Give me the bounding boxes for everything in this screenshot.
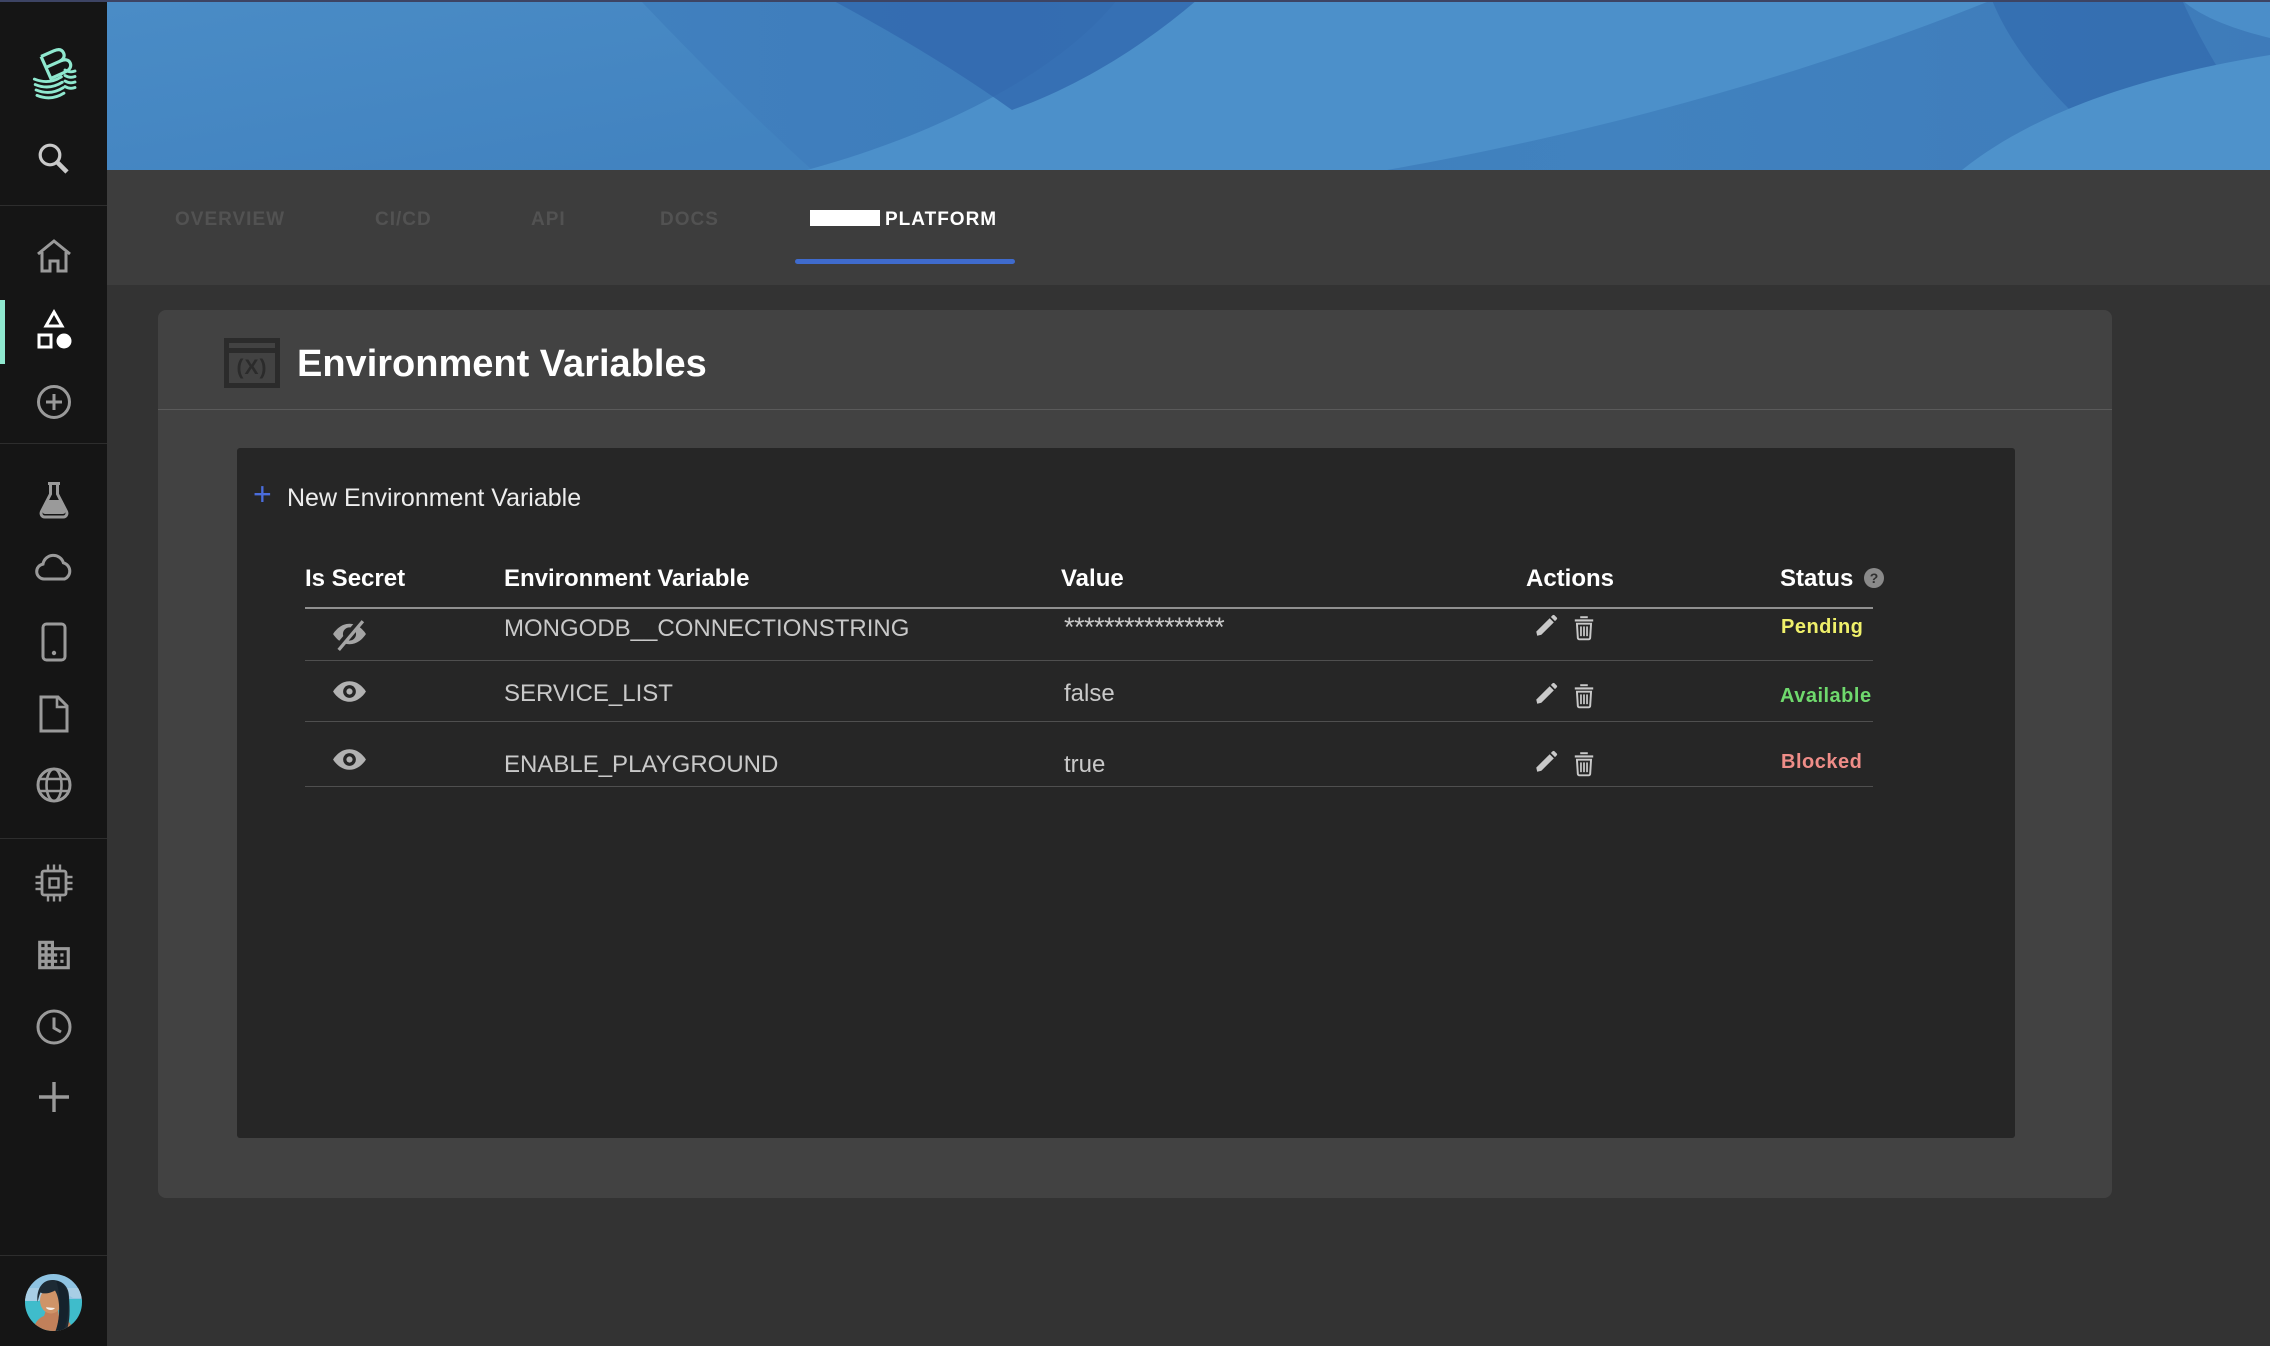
svg-text:(X): (X) [237,356,268,379]
svg-text:?: ? [1870,570,1879,586]
